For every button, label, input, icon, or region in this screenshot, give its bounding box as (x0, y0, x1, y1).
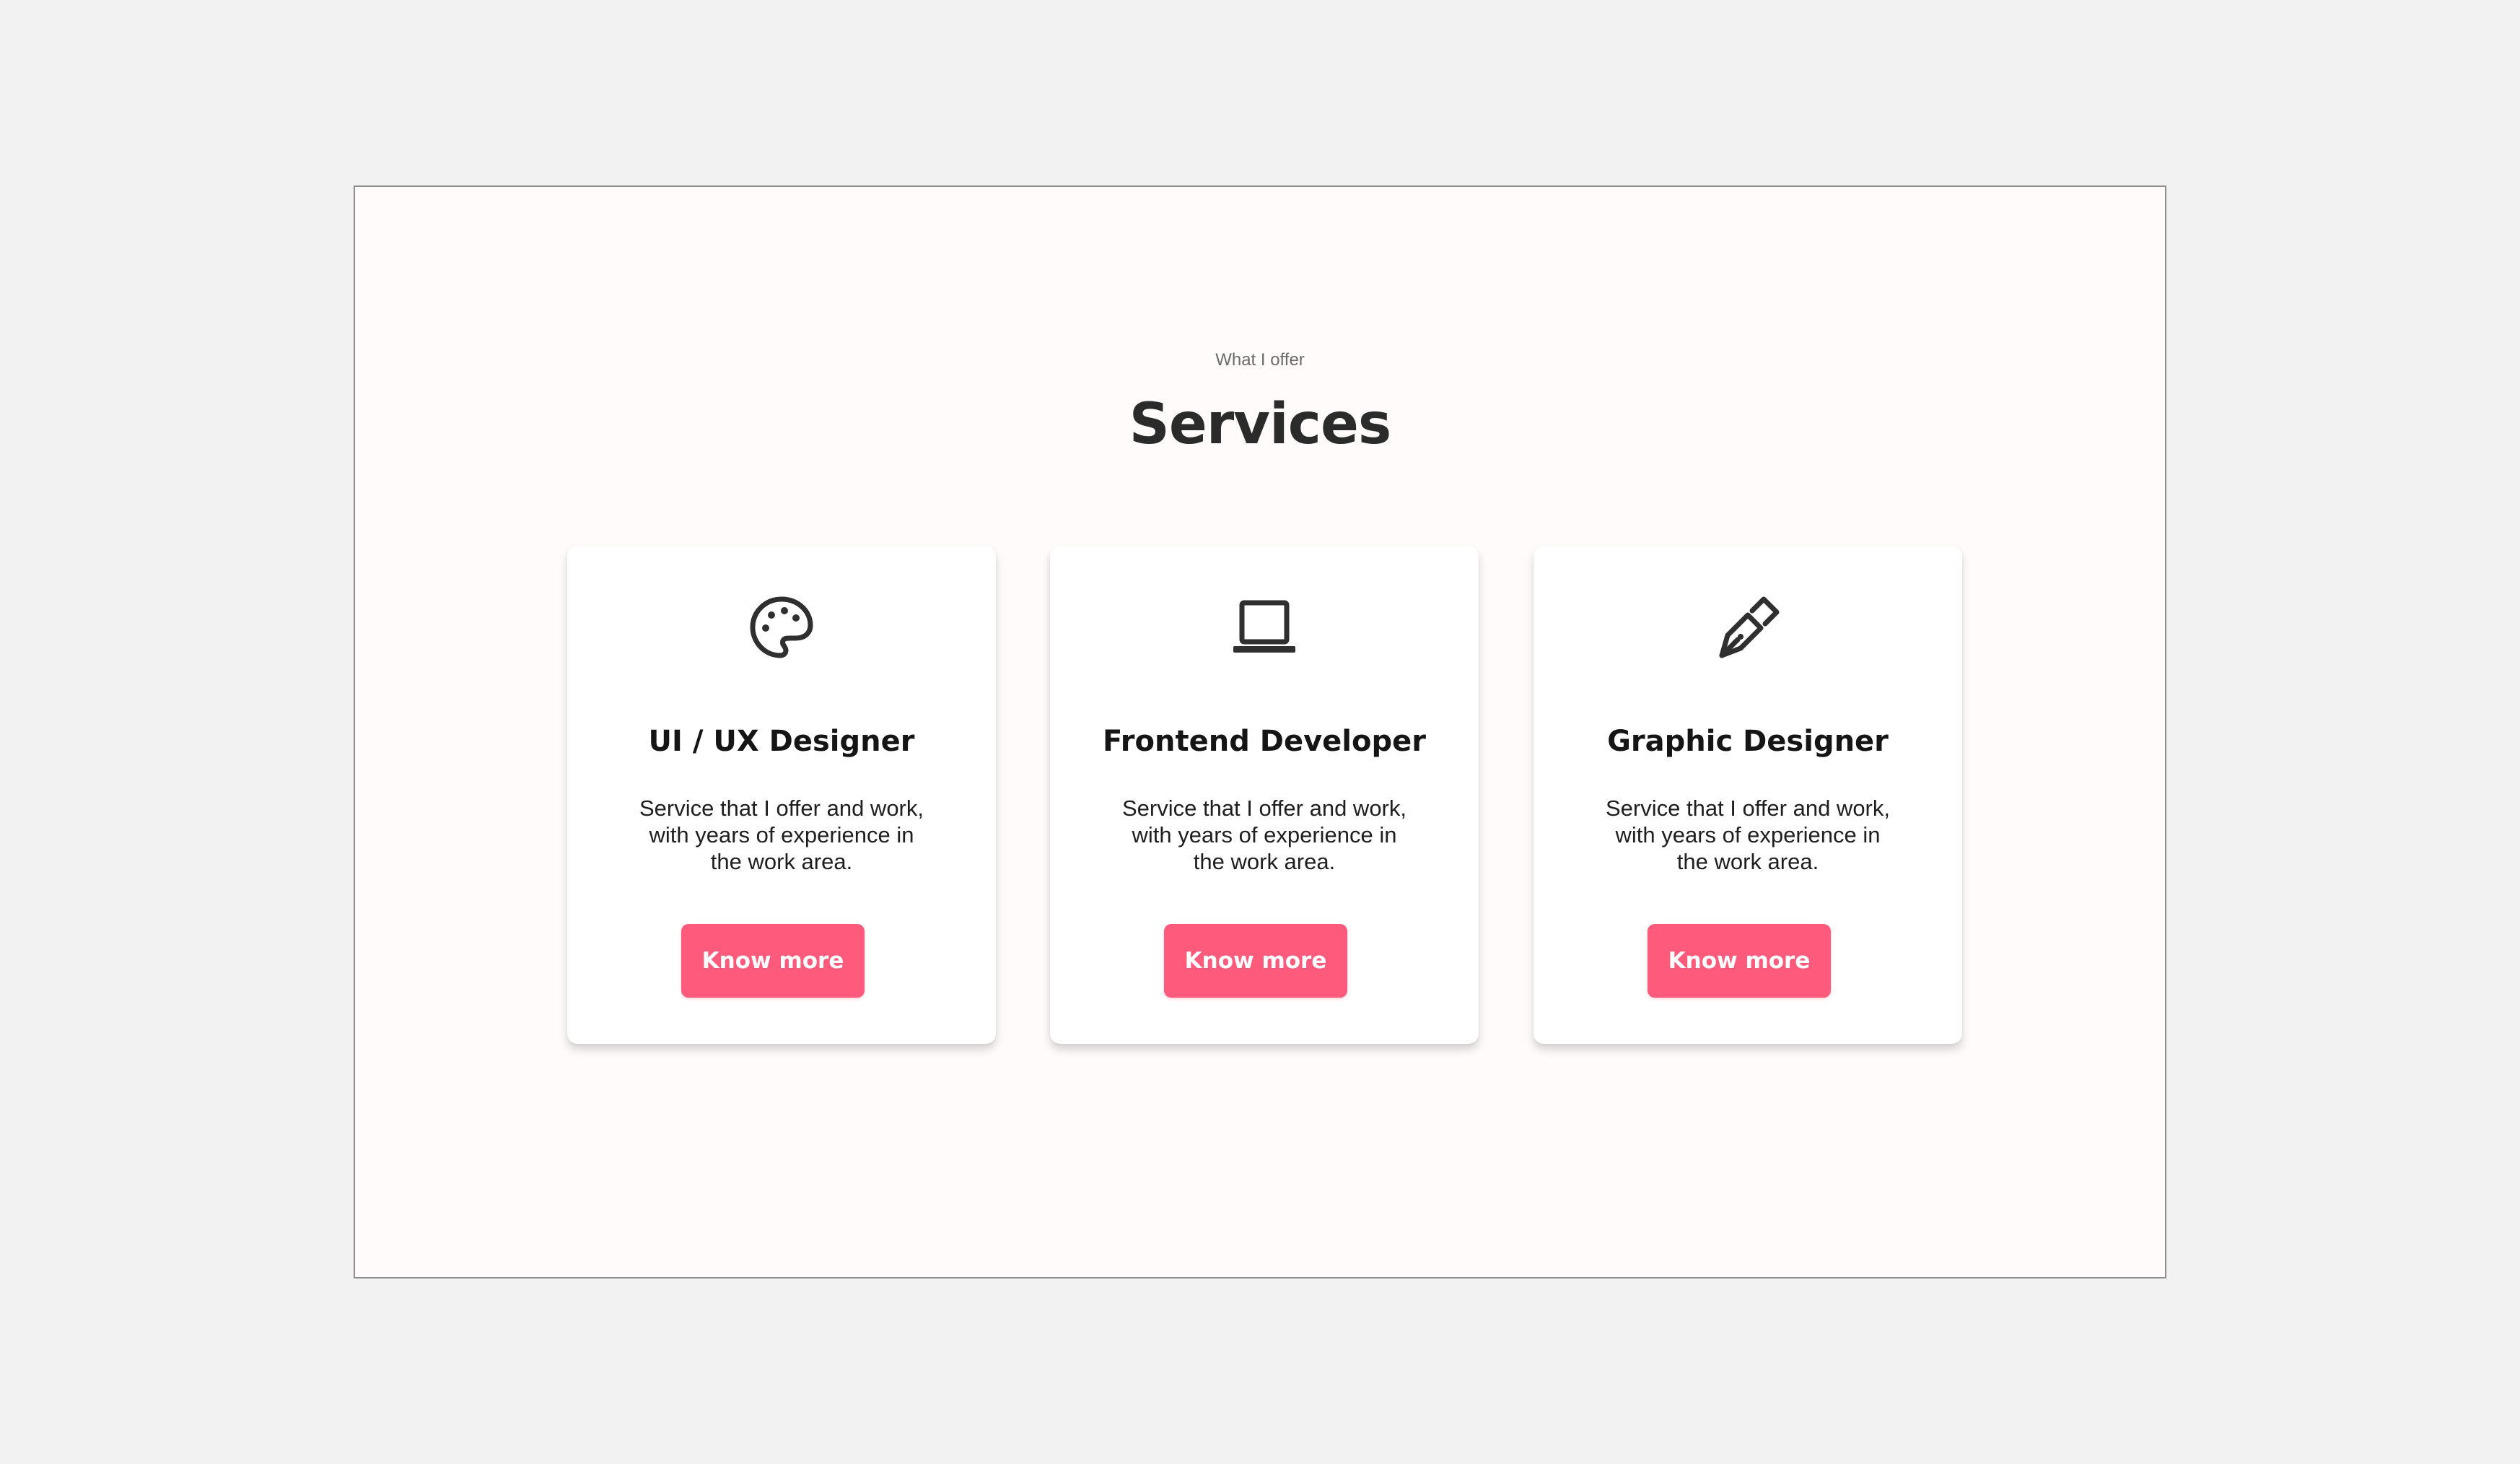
service-description: Service that I offer and work, with year… (639, 796, 924, 874)
service-description: Service that I offer and work, with year… (1605, 796, 1890, 874)
laptop-icon (1050, 593, 1479, 663)
pen-nib-icon (1534, 593, 1962, 663)
service-cards: UI / UX Designer Service that I offer an… (355, 546, 2165, 1051)
service-title: UI / UX Designer (648, 725, 915, 758)
service-card-ui-ux: UI / UX Designer Service that I offer an… (567, 546, 996, 1044)
know-more-button[interactable]: Know more (1648, 924, 1831, 998)
service-description: Service that I offer and work, with year… (1121, 796, 1406, 874)
service-title: Frontend Developer (1103, 725, 1426, 758)
palette-icon (567, 593, 996, 663)
service-card-graphic: Graphic Designer Service that I offer an… (1534, 546, 1962, 1044)
know-more-button[interactable]: Know more (681, 924, 865, 998)
section-title: Services (1129, 392, 1392, 457)
section-eyebrow: What I offer (1215, 350, 1305, 370)
know-more-button[interactable]: Know more (1164, 924, 1347, 998)
service-card-frontend: Frontend Developer Service that I offer … (1050, 546, 1479, 1044)
service-title: Graphic Designer (1607, 725, 1889, 758)
services-section: What I offer Services UI / UX Designer S… (354, 186, 2166, 1278)
